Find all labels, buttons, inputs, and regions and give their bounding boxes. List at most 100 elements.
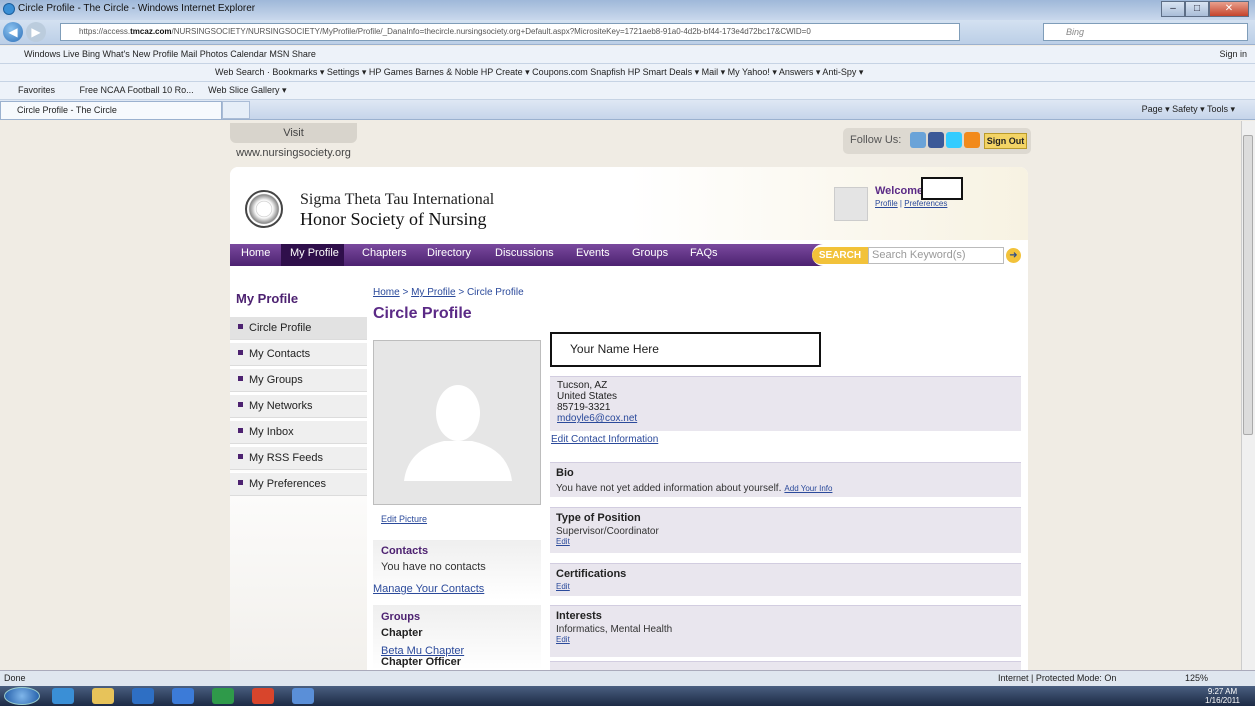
sidebar-item-my-contacts[interactable]: My Contacts xyxy=(230,342,367,366)
scrollbar-thumb[interactable] xyxy=(1243,135,1253,435)
new-tab-button[interactable] xyxy=(222,101,250,119)
contact-email-link[interactable]: mdoyle6@cox.net xyxy=(557,413,1014,424)
bio-text: You have not yet added information about… xyxy=(556,483,782,494)
twitter-icon[interactable] xyxy=(946,132,962,148)
close-button[interactable]: ✕ xyxy=(1209,1,1249,17)
start-button[interactable] xyxy=(4,687,40,705)
minimize-button[interactable]: – xyxy=(1161,1,1185,17)
interests-value: Informatics, Mental Health xyxy=(556,624,673,635)
chapter-label: Chapter xyxy=(381,627,423,639)
sidebar-item-my-networks[interactable]: My Networks xyxy=(230,394,367,418)
maximize-button[interactable]: □ xyxy=(1185,1,1209,17)
yahoo-toolbar-items[interactable]: Web Search · Bookmarks ▾ Settings ▾ HP G… xyxy=(0,67,863,77)
address-path: /NURSINGSOCIETY/NURSINGSOCIETY/MyProfile… xyxy=(171,27,811,36)
search-box[interactable]: Bing xyxy=(1043,23,1248,41)
add-your-info-link[interactable]: Add Your Info xyxy=(784,484,832,493)
visit-site-link[interactable]: Visit www.nursingsociety.org xyxy=(230,123,357,159)
media-taskbar-icon[interactable] xyxy=(132,688,154,704)
sidebar-title: My Profile xyxy=(236,291,299,306)
status-bar: Done Internet | Protected Mode: On 125% xyxy=(0,670,1255,686)
edit-contact-info-link[interactable]: Edit Contact Information xyxy=(551,434,658,445)
user-links: Profile | Preferences xyxy=(875,199,947,208)
welcome-text: Welcome xyxy=(875,185,924,197)
default-person-icon xyxy=(404,385,512,481)
nav-groups[interactable]: Groups xyxy=(632,247,668,259)
address-domain: tmcaz.com xyxy=(130,27,172,36)
nav-my-profile[interactable]: My Profile xyxy=(290,247,339,259)
certifications-section: Certifications Edit xyxy=(550,563,1021,596)
follow-us-label: Follow Us: xyxy=(850,134,902,146)
position-section: Type of Position Supervisor/Coordinator … xyxy=(550,507,1021,553)
app-taskbar-icon[interactable] xyxy=(292,688,314,704)
sidebar-item-label: My Preferences xyxy=(249,478,327,490)
back-button[interactable]: ◀ xyxy=(3,22,23,42)
facebook-icon[interactable] xyxy=(928,132,944,148)
contacts-text: You have no contacts xyxy=(381,561,486,573)
edit-certifications-link[interactable]: Edit xyxy=(556,582,1015,591)
site-search-input[interactable]: Search Keyword(s) xyxy=(868,247,1004,264)
sidebar-item-label: My Networks xyxy=(249,400,313,412)
page-title: Circle Profile xyxy=(373,305,472,322)
user-avatar[interactable] xyxy=(834,187,868,221)
circle-social-icon[interactable] xyxy=(910,132,926,148)
powerpoint-taskbar-icon[interactable] xyxy=(252,688,274,704)
nav-events[interactable]: Events xyxy=(576,247,610,259)
web-slice-gallery[interactable]: Web Slice Gallery ▾ xyxy=(196,85,286,95)
sidebar-item-label: My Groups xyxy=(249,374,303,386)
address-bar[interactable]: https://access.tmcaz.com/NURSINGSOCIETY/… xyxy=(60,23,960,41)
user-links-separator: | xyxy=(899,199,902,208)
bio-section: Bio You have not yet added information a… xyxy=(550,462,1021,497)
profile-photo xyxy=(373,340,541,505)
profile-link[interactable]: Profile xyxy=(875,199,898,208)
command-bar[interactable]: Page ▾ Safety ▾ Tools ▾ xyxy=(1142,100,1235,119)
edit-picture-link[interactable]: Edit Picture xyxy=(381,514,427,524)
system-clock[interactable]: 9:27 AM 1/16/2011 xyxy=(1205,687,1240,705)
ie-taskbar-icon[interactable] xyxy=(52,688,74,704)
nav-directory[interactable]: Directory xyxy=(427,247,471,259)
sign-in-link[interactable]: Sign in xyxy=(1219,46,1247,63)
breadcrumb-home[interactable]: Home xyxy=(373,287,400,298)
nav-chapters[interactable]: Chapters xyxy=(362,247,407,259)
word-taskbar-icon[interactable] xyxy=(172,688,194,704)
forward-button[interactable]: ▶ xyxy=(26,22,46,42)
sidebar-item-my-inbox[interactable]: My Inbox xyxy=(230,420,367,444)
contacts-heading: Contacts xyxy=(381,545,429,557)
honor-society-seal-logo[interactable] xyxy=(245,190,283,228)
sidebar-item-my-groups[interactable]: My Groups xyxy=(230,368,367,392)
preferences-link[interactable]: Preferences xyxy=(904,199,947,208)
manage-contacts-link[interactable]: Manage Your Contacts xyxy=(373,583,484,595)
search-go-icon[interactable]: ➜ xyxy=(1006,248,1021,263)
nav-discussions[interactable]: Discussions xyxy=(495,247,554,259)
explorer-taskbar-icon[interactable] xyxy=(92,688,114,704)
windows-live-toolbar: Windows Live Bing What's New Profile Mai… xyxy=(0,46,1255,64)
bullet-icon xyxy=(238,454,243,459)
sidebar-item-my-preferences[interactable]: My Preferences xyxy=(230,472,367,496)
edit-interests-link[interactable]: Edit xyxy=(556,635,1015,644)
breadcrumb-separator: > xyxy=(455,287,467,298)
contact-country: United States xyxy=(557,391,618,402)
groups-heading: Groups xyxy=(381,611,421,623)
tab-circle-profile[interactable]: Circle Profile - The Circle xyxy=(0,101,222,119)
favorite-link[interactable]: Free NCAA Football 10 Ro... xyxy=(58,85,194,95)
excel-taskbar-icon[interactable] xyxy=(212,688,234,704)
nav-faqs[interactable]: FAQs xyxy=(690,247,718,259)
sign-out-button[interactable]: Sign Out xyxy=(984,133,1027,149)
security-zone[interactable]: Internet | Protected Mode: On xyxy=(998,671,1116,686)
clock-date: 1/16/2011 xyxy=(1205,696,1240,705)
breadcrumb-current: Circle Profile xyxy=(466,287,524,298)
windows-live-toolbar-items[interactable]: Windows Live Bing What's New Profile Mai… xyxy=(0,49,316,59)
edit-position-link[interactable]: Edit xyxy=(556,537,1015,546)
bullet-icon xyxy=(238,324,243,329)
sidebar-item-label: My RSS Feeds xyxy=(249,452,323,464)
breadcrumb-my-profile[interactable]: My Profile xyxy=(411,287,455,298)
interests-heading: Interests xyxy=(556,610,602,622)
sidebar-item-my-rss-feeds[interactable]: My RSS Feeds xyxy=(230,446,367,470)
breadcrumb: Home > My Profile > Circle Profile xyxy=(373,287,524,298)
sidebar-item-label: Circle Profile xyxy=(249,322,312,334)
favorites-button[interactable]: Favorites xyxy=(0,85,55,95)
sidebar-item-circle-profile[interactable]: Circle Profile xyxy=(230,316,367,340)
rss-icon[interactable] xyxy=(964,132,980,148)
interests-section: Interests Informatics, Mental Health Edi… xyxy=(550,605,1021,657)
zoom-level[interactable]: 125% xyxy=(1185,671,1208,686)
nav-home[interactable]: Home xyxy=(241,247,270,259)
